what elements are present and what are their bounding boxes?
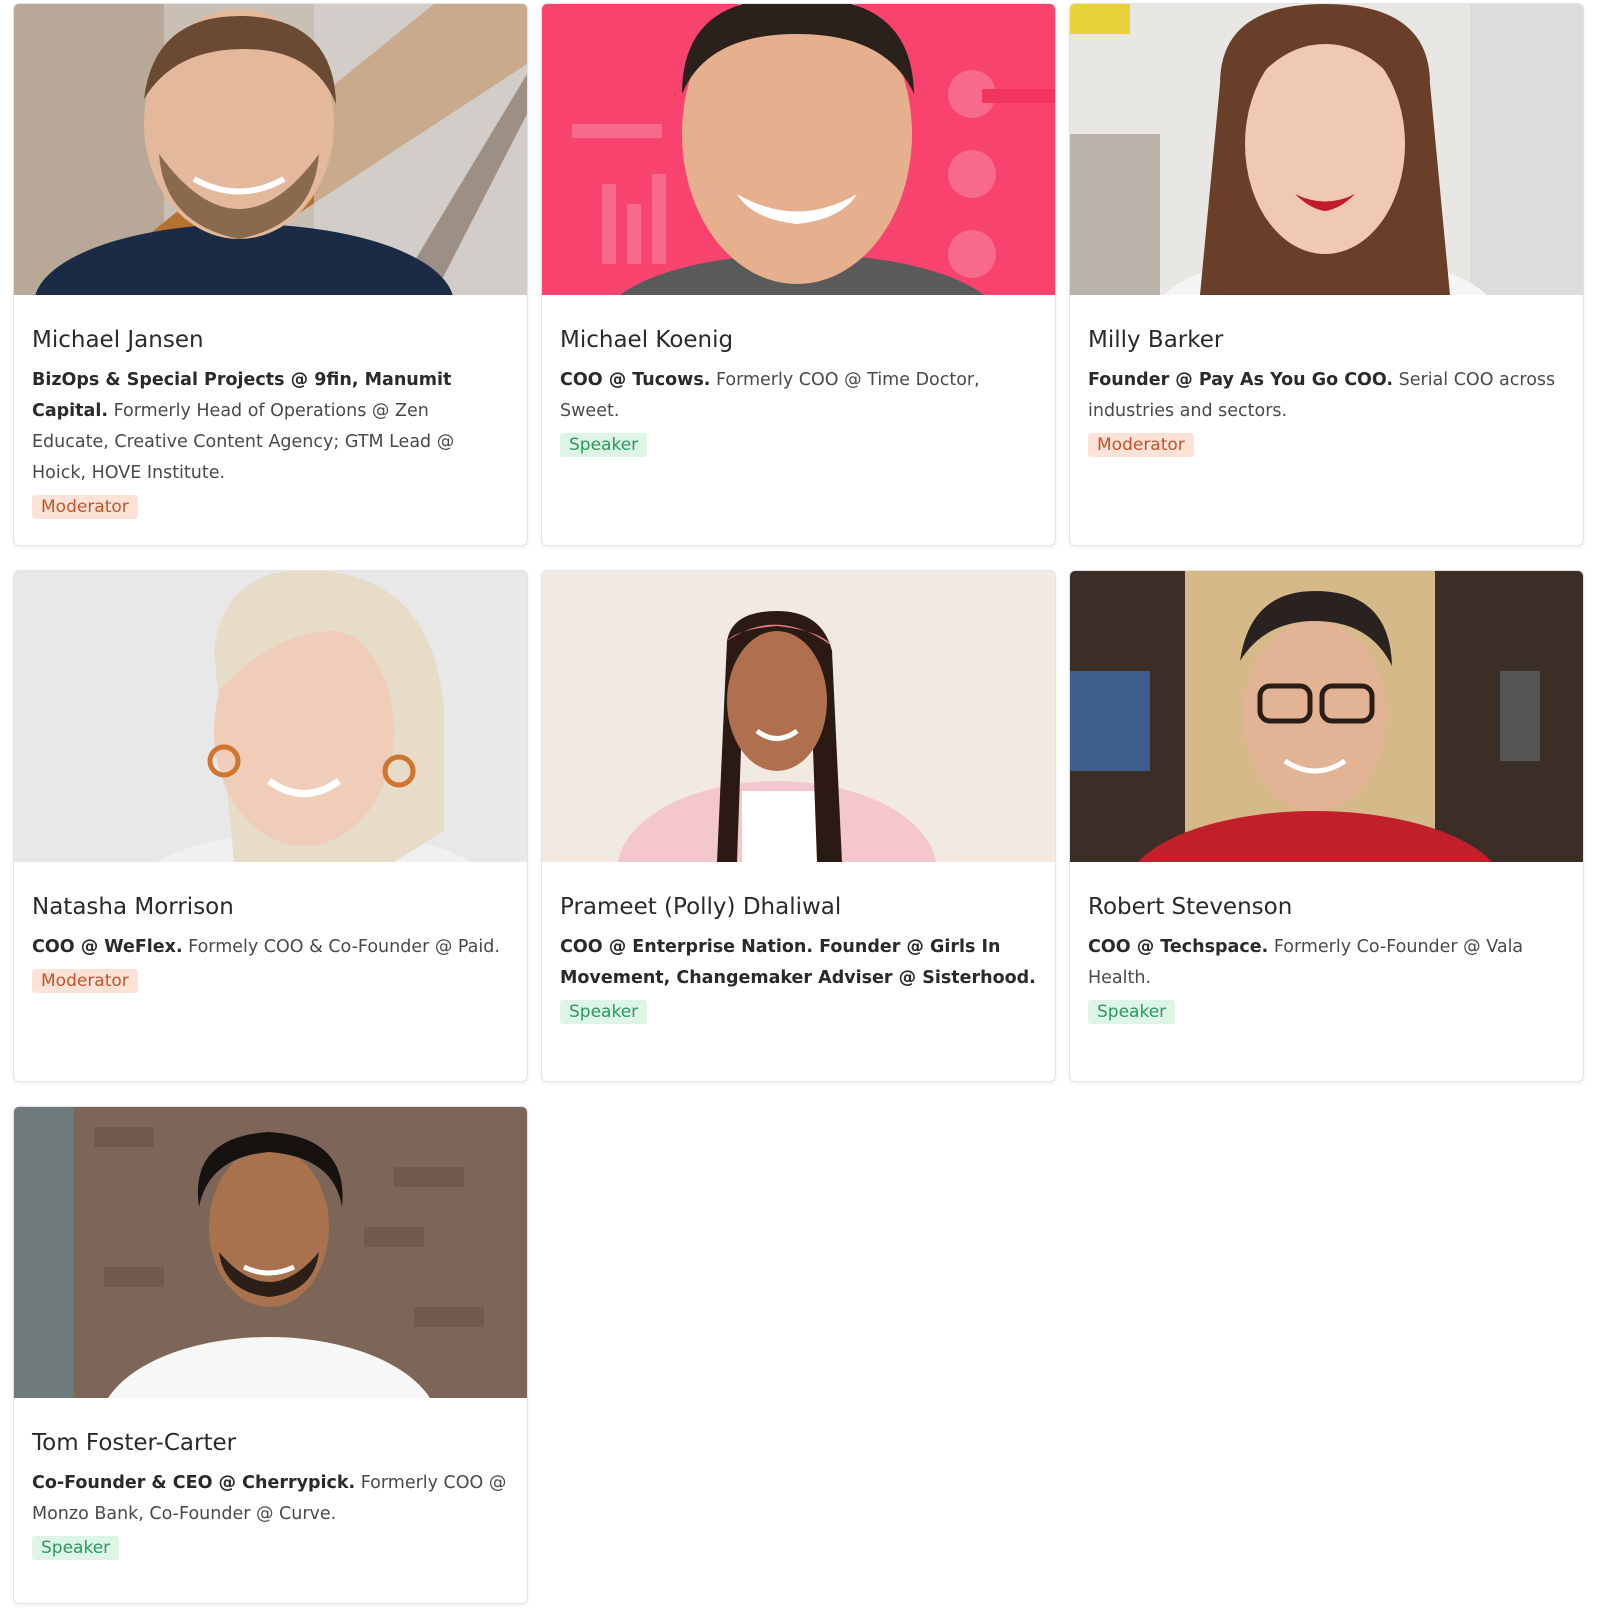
role-badge: Moderator [1088, 433, 1194, 457]
speaker-bio: COO @ Enterprise Nation. Founder @ Girls… [560, 932, 1037, 994]
role-badge: Speaker [32, 1536, 120, 1560]
speaker-bio-highlight: Founder @ Pay As You Go COO. [1088, 370, 1394, 390]
speaker-photo [14, 1107, 527, 1398]
speaker-name: Robert Stevenson [1088, 894, 1293, 920]
speaker-card[interactable]: Natasha Morrison COO @ WeFlex. Formely C… [13, 570, 528, 1082]
role-badge: Moderator [32, 495, 138, 519]
speaker-photo [14, 4, 527, 295]
speaker-name: Michael Koenig [560, 327, 734, 353]
speaker-name: Tom Foster-Carter [32, 1430, 237, 1456]
speaker-bio-highlight: COO @ WeFlex. [32, 937, 183, 957]
speaker-bio: Founder @ Pay As You Go COO. Serial COO … [1088, 365, 1565, 427]
speaker-card[interactable]: Prameet (Polly) Dhaliwal COO @ Enterpris… [541, 570, 1056, 1082]
speaker-bio-highlight: COO @ Tucows. [560, 370, 711, 390]
speaker-name: Natasha Morrison [32, 894, 234, 920]
speaker-bio: Co-Founder & CEO @ Cherrypick. Formerly … [32, 1468, 509, 1530]
role-badge: Speaker [560, 1000, 648, 1024]
speaker-bio-highlight: COO @ Techspace. [1088, 937, 1269, 957]
role-badge: Speaker [560, 433, 648, 457]
speaker-card[interactable]: Milly Barker Founder @ Pay As You Go COO… [1069, 3, 1584, 546]
speaker-card[interactable]: Tom Foster-Carter Co-Founder & CEO @ Che… [13, 1106, 528, 1604]
speaker-bio-highlight: COO @ Enterprise Nation. Founder @ Girls… [560, 937, 1036, 988]
speaker-bio: COO @ Tucows. Formerly COO @ Time Doctor… [560, 365, 1037, 427]
speaker-card[interactable]: Robert Stevenson COO @ Techspace. Former… [1069, 570, 1584, 1082]
speaker-photo [1070, 4, 1583, 295]
speaker-bio-text: Formely COO & Co-Founder @ Paid. [182, 937, 500, 957]
speaker-photo [542, 4, 1055, 295]
speaker-photo [1070, 571, 1583, 862]
speaker-card[interactable]: Michael Koenig COO @ Tucows. Formerly CO… [541, 3, 1056, 546]
speaker-bio-highlight: Co-Founder & CEO @ Cherrypick. [32, 1473, 356, 1493]
speaker-photo [542, 571, 1055, 862]
speaker-card[interactable]: Michael Jansen BizOps & Special Projects… [13, 3, 528, 546]
speaker-name: Prameet (Polly) Dhaliwal [560, 894, 842, 920]
role-badge: Moderator [32, 969, 138, 993]
speaker-bio: BizOps & Special Projects @ 9fin, Manumi… [32, 365, 509, 489]
speaker-bio: COO @ WeFlex. Formely COO & Co-Founder @… [32, 932, 509, 963]
speaker-name: Michael Jansen [32, 327, 204, 353]
role-badge: Speaker [1088, 1000, 1176, 1024]
speaker-name: Milly Barker [1088, 327, 1224, 353]
speaker-photo [14, 571, 527, 862]
speaker-bio: COO @ Techspace. Formerly Co-Founder @ V… [1088, 932, 1565, 994]
